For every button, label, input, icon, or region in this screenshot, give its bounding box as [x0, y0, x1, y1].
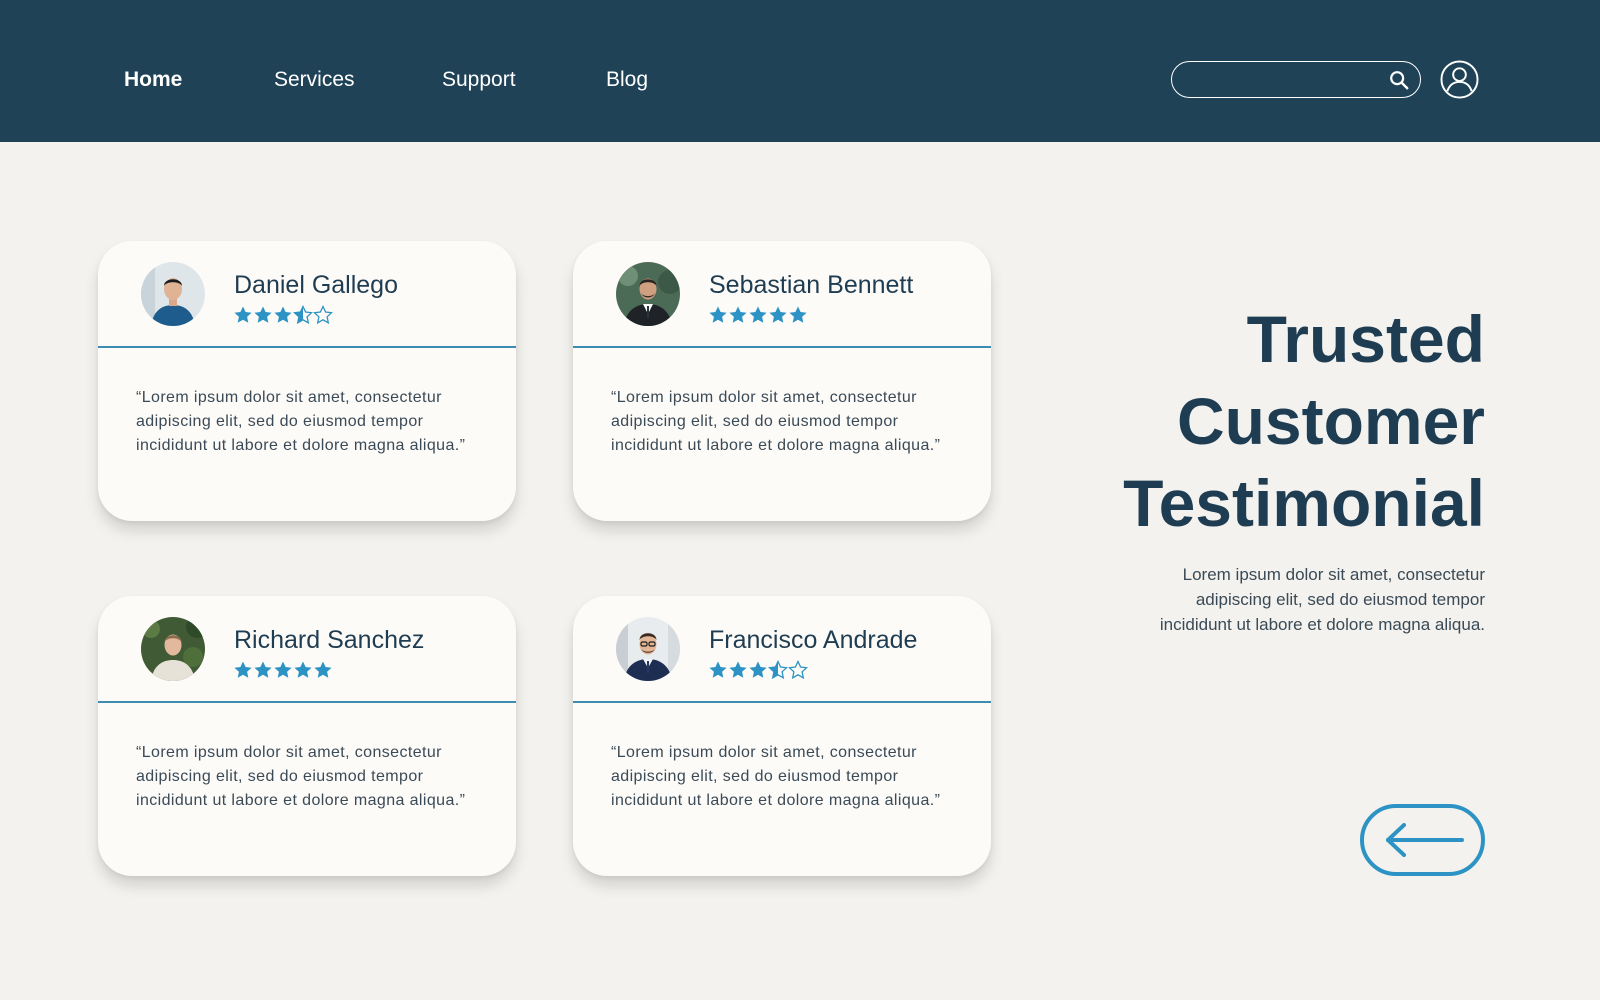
search-box: [1171, 61, 1421, 98]
star-rating: [233, 660, 333, 680]
reviewer-name: Richard Sanchez: [234, 626, 425, 654]
nav-item-services[interactable]: Services: [274, 68, 355, 92]
testimonial-quote: “Lorem ipsum dolor sit amet, consectetur…: [136, 744, 466, 809]
star-filled-icon: [234, 661, 252, 678]
reviewer-name: Francisco Andrade: [709, 626, 918, 654]
star-filled-icon: [294, 661, 312, 678]
nav-item-home[interactable]: Home: [124, 68, 182, 92]
avatar: [141, 617, 205, 681]
star-rating: [708, 305, 808, 325]
search-input[interactable]: [1188, 68, 1378, 92]
testimonial-quote: “Lorem ipsum dolor sit amet, consectetur…: [611, 389, 941, 454]
star-filled-icon: [729, 306, 747, 323]
page: Home Services Support Blog Daniel Galleg…: [0, 0, 1600, 1000]
star-half-icon: [293, 305, 313, 325]
testimonial-card: Sebastian Bennett “Lorem ipsum dolor sit…: [573, 241, 991, 521]
star-filled-icon: [749, 661, 767, 678]
testimonial-card: Francisco Andrade “Lorem ipsum dolor sit…: [573, 596, 991, 876]
hero-description: Lorem ipsum dolor sit amet, consectetur …: [1159, 565, 1485, 634]
title-line: Trusted: [1246, 302, 1485, 376]
star-filled-icon: [314, 661, 332, 678]
star-filled-icon: [709, 661, 727, 678]
nav-item-blog[interactable]: Blog: [606, 68, 648, 92]
star-filled-icon: [274, 306, 292, 323]
avatar: [616, 262, 680, 326]
star-filled-icon: [254, 661, 272, 678]
reviewer-name: Sebastian Bennett: [709, 271, 914, 299]
divider: [573, 346, 991, 348]
reviewer-name: Daniel Gallego: [234, 271, 398, 299]
user-circle-icon[interactable]: [1440, 60, 1479, 99]
star-half-icon: [768, 660, 788, 680]
star-filled-icon: [274, 661, 292, 678]
title-line: Testimonial: [1123, 466, 1485, 540]
top-navigation-bar: Home Services Support Blog: [0, 0, 1600, 142]
divider: [98, 701, 516, 703]
star-filled-icon: [234, 306, 252, 323]
star-filled-icon: [254, 306, 272, 323]
testimonial-card: Richard Sanchez “Lorem ipsum dolor sit a…: [98, 596, 516, 876]
nav-item-support[interactable]: Support: [442, 68, 516, 92]
arrow-left-icon: [1386, 823, 1464, 857]
star-empty-icon: [313, 305, 333, 325]
star-filled-icon: [709, 306, 727, 323]
avatar: [141, 262, 205, 326]
star-empty-icon: [788, 660, 808, 680]
avatar: [616, 617, 680, 681]
star-rating: [708, 660, 808, 680]
testimonial-quote: “Lorem ipsum dolor sit amet, consectetur…: [611, 744, 941, 809]
star-filled-icon: [749, 306, 767, 323]
divider: [98, 346, 516, 348]
back-button[interactable]: [1360, 804, 1485, 876]
search-icon[interactable]: [1388, 69, 1410, 91]
testimonial-card: Daniel Gallego “Lorem ipsum dolor sit am…: [98, 241, 516, 521]
star-filled-icon: [769, 306, 787, 323]
divider: [573, 701, 991, 703]
testimonial-quote: “Lorem ipsum dolor sit amet, consectetur…: [136, 389, 466, 454]
page-title: Trusted Customer Testimonial: [1045, 298, 1485, 544]
star-filled-icon: [789, 306, 807, 323]
star-filled-icon: [729, 661, 747, 678]
title-line: Customer: [1176, 384, 1485, 458]
star-rating: [233, 305, 333, 325]
